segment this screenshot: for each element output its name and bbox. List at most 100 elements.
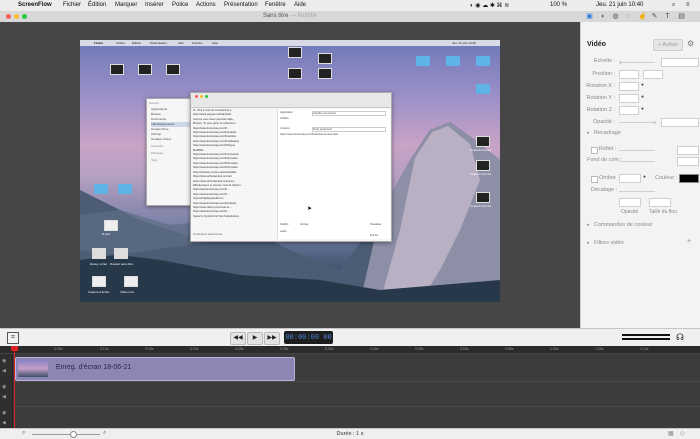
- desktop-file-label: Capture d'écran: [470, 204, 492, 208]
- rotation-z-dial-icon[interactable]: ●: [641, 106, 644, 112]
- desktop-document-icon: [124, 276, 138, 287]
- status-bar: ⌕ ⌕ Durée : 1 s ▦ ◇: [0, 428, 700, 439]
- audio-settings-icon[interactable]: ◖: [599, 13, 606, 20]
- snap-icon[interactable]: ◇: [680, 430, 685, 437]
- recorded-menu-finder: Finder: [94, 41, 104, 45]
- timeline-ruler[interactable]: 0:05s 0:10s 0:15s 0:20s 0:25s 0:30s 0:35…: [0, 346, 700, 354]
- menu-font[interactable]: Police: [172, 2, 188, 8]
- recording-preview[interactable]: Finder Fichier Édition Présentation Alle…: [80, 40, 500, 302]
- app-menu[interactable]: ScreenFlow: [18, 2, 52, 8]
- recorded-list-footer: 29 éléments sélectionnés: [193, 233, 223, 236]
- spotlight-icon[interactable]: ⌕: [672, 2, 675, 9]
- shadow-color-well[interactable]: [679, 174, 699, 183]
- timeline-clip[interactable]: Enreg. d'écran 18-06-21: [15, 357, 295, 381]
- detail-field: Label: [280, 230, 287, 233]
- rotation-y-label: Rotation Y :: [586, 95, 615, 101]
- recorded-detail-pane: Application Accéder à la source Indéfini…: [277, 109, 390, 239]
- scale-field[interactable]: [661, 58, 699, 67]
- shadow-checkbox[interactable]: [591, 176, 598, 183]
- ruler-tick: 0:45s: [415, 347, 424, 351]
- rewind-button[interactable]: ◀◀: [230, 332, 246, 345]
- position-y-field[interactable]: [643, 70, 663, 79]
- corner-field[interactable]: [677, 157, 699, 166]
- color-controls-disclosure-icon[interactable]: ▸: [587, 222, 590, 228]
- menu-file[interactable]: Fichier: [63, 2, 81, 8]
- menu-window[interactable]: Fenêtre: [265, 2, 286, 8]
- ruler-tick: 1:10s: [640, 347, 649, 351]
- gear-icon[interactable]: ⚙: [687, 39, 694, 48]
- window-title: Sans titre — Modifié: [262, 13, 318, 19]
- track-eye-icon[interactable]: ◉: [2, 358, 6, 364]
- notification-center-icon[interactable]: ≡: [686, 2, 690, 8]
- add-action-button[interactable]: + Action: [653, 39, 683, 51]
- reflect-slider[interactable]: [619, 150, 655, 151]
- rotation-x-field[interactable]: [619, 82, 639, 91]
- desktop-file-label: Enreg. écran: [90, 262, 108, 266]
- shadow-blur-label: Taille du flou: [649, 209, 677, 215]
- clock[interactable]: Jeu. 21 juin 10:40: [596, 2, 643, 8]
- playhead[interactable]: [14, 346, 15, 428]
- menu-mark[interactable]: Marquer: [115, 2, 137, 8]
- add-filter-icon[interactable]: +: [687, 238, 691, 245]
- callout-icon[interactable]: ◌: [625, 13, 632, 20]
- track-audio-icon[interactable]: ◀: [2, 420, 6, 426]
- shadow-field[interactable]: [619, 174, 641, 183]
- inspector-panel: Vidéo + Action ⚙ Échelle : Position : Ro…: [580, 22, 700, 328]
- grid-view-icon[interactable]: ▦: [668, 430, 674, 437]
- play-button[interactable]: ▶: [247, 332, 263, 345]
- video-filters-section[interactable]: Filtres vidéo: [594, 240, 624, 246]
- rotation-x-dial-icon[interactable]: ●: [641, 82, 644, 88]
- desktop-thumbnail-icon: [288, 47, 302, 58]
- video-filters-disclosure-icon[interactable]: ▸: [587, 240, 590, 246]
- text-box-icon[interactable]: T: [664, 13, 671, 20]
- ruler-tick: 0:30s: [280, 347, 289, 351]
- opacity-slider[interactable]: [619, 121, 656, 124]
- ruler-tick: 1:05s: [595, 347, 604, 351]
- track-audio-icon[interactable]: ◀: [2, 368, 6, 374]
- menu-actions[interactable]: Actions: [196, 2, 216, 8]
- reflect-label: Reflet :: [599, 146, 617, 152]
- rotation-x-label: Rotation X :: [586, 83, 615, 89]
- menu-help[interactable]: Aide: [294, 2, 306, 8]
- cropping-section[interactable]: Recadrage: [594, 130, 621, 136]
- status-icons[interactable]: ◐ ◉ ☁ ✱ ⌘ ≋: [470, 2, 509, 9]
- menu-view[interactable]: Présentation: [224, 2, 258, 8]
- playhead-handle[interactable]: [11, 346, 18, 351]
- annotations-icon[interactable]: ✎: [651, 13, 658, 20]
- recorded-menu-file: Fichier: [116, 41, 126, 45]
- video-settings-icon[interactable]: ▣: [586, 13, 593, 20]
- battery-indicator[interactable]: 100 %: [550, 2, 567, 8]
- recorded-list: Dr. offre 3 mois de membership p... http…: [193, 109, 275, 231]
- desktop-thumbnail-icon: [476, 192, 490, 203]
- screen-recording-icon[interactable]: ◍: [612, 13, 619, 20]
- reflect-checkbox[interactable]: [591, 147, 598, 154]
- crop-icon[interactable]: ⌗: [7, 332, 19, 344]
- menu-insert[interactable]: Insérer: [145, 2, 164, 8]
- rotation-z-field[interactable]: [619, 106, 639, 115]
- touch-callout-icon[interactable]: ☝: [638, 13, 647, 20]
- menu-edit[interactable]: Édition: [88, 2, 106, 8]
- rotation-y-field[interactable]: [619, 94, 639, 103]
- ruler-tick: 0:35s: [325, 347, 334, 351]
- track-eye-icon[interactable]: ◉: [2, 384, 6, 390]
- ruler-tick: 0:50s: [460, 347, 469, 351]
- shadow-opacity-field[interactable]: [619, 198, 641, 207]
- corner-slider[interactable]: [619, 161, 655, 162]
- opacity-field[interactable]: [661, 118, 699, 127]
- scale-slider[interactable]: [619, 61, 655, 64]
- position-x-field[interactable]: [619, 70, 639, 79]
- fast-forward-button[interactable]: ▶▶: [264, 332, 280, 345]
- cropping-disclosure-icon[interactable]: ▸: [587, 130, 590, 136]
- shadow-angle-dial-icon[interactable]: ●: [643, 174, 646, 180]
- shadow-offset-slider[interactable]: [619, 191, 655, 192]
- track-audio-icon[interactable]: ◀: [2, 394, 6, 400]
- ruler-tick: 0:55s: [505, 347, 514, 351]
- track-eye-icon[interactable]: ◉: [2, 410, 6, 416]
- finder-sidebar-item: Creative Cloud: [151, 137, 171, 141]
- color-controls-section[interactable]: Commandes de couleur: [594, 222, 652, 228]
- rotation-y-dial-icon[interactable]: ●: [641, 94, 644, 100]
- media-library-icon[interactable]: ▤: [678, 13, 685, 20]
- headphones-icon[interactable]: ☊: [676, 332, 684, 343]
- shadow-blur-field[interactable]: [649, 198, 671, 207]
- reflect-field[interactable]: [677, 146, 699, 155]
